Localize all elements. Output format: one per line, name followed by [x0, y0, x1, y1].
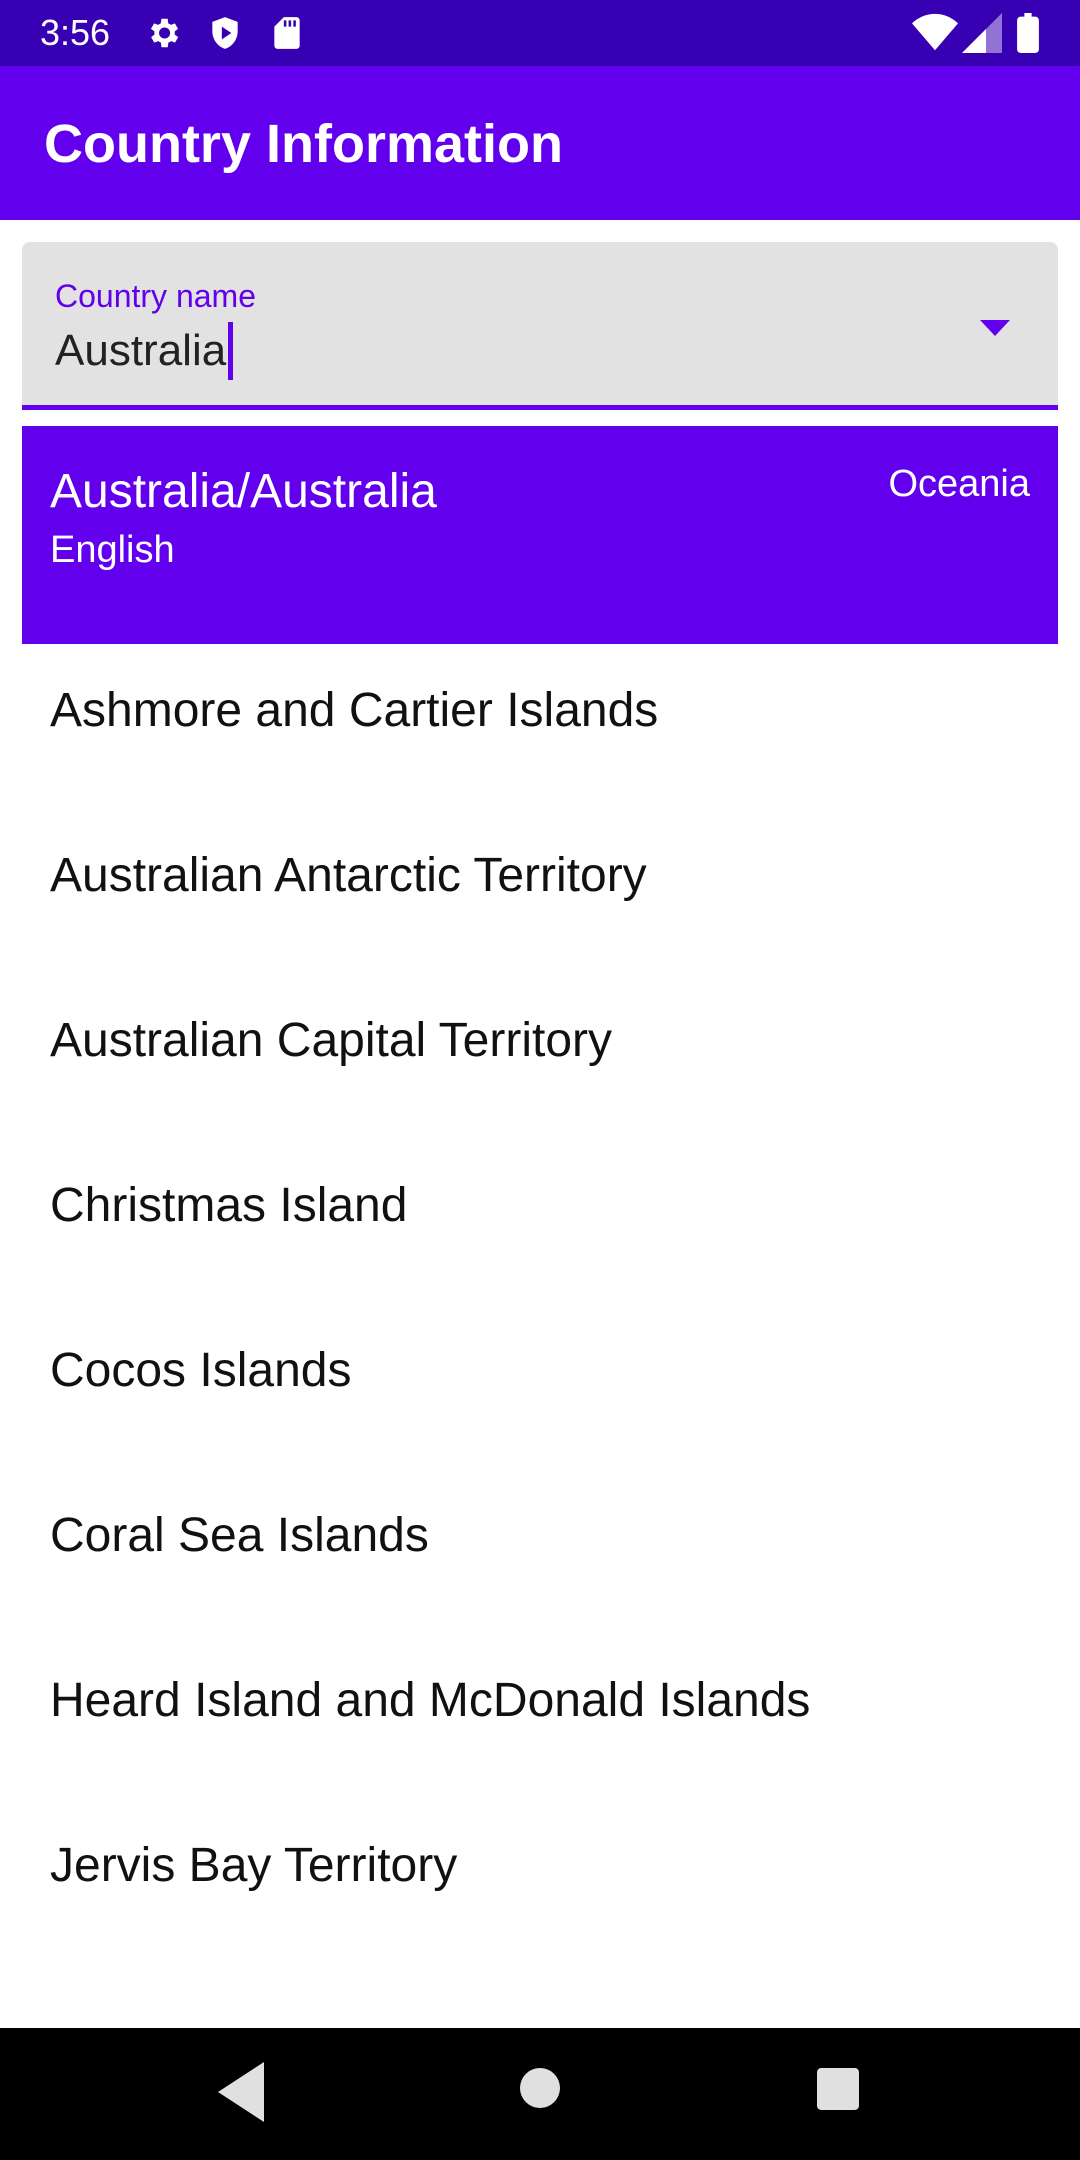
home-icon[interactable] — [520, 2068, 560, 2108]
selected-country-title: Australia/Australia — [50, 465, 437, 518]
list-item[interactable]: Heard Island and McDonald Islands — [0, 1634, 1080, 1799]
country-name-input[interactable]: Australia — [55, 322, 234, 380]
status-bar: 3:56 — [0, 0, 1080, 66]
text-cursor — [228, 322, 234, 380]
app-bar: Country Information — [0, 66, 1080, 220]
list-item[interactable]: Australian Antarctic Territory — [0, 809, 1080, 974]
list-item[interactable]: Australian Capital Territory — [0, 974, 1080, 1139]
list-item[interactable]: Ashmore and Cartier Islands — [0, 644, 1080, 809]
gear-icon — [150, 18, 179, 48]
status-time: 3:56 — [40, 12, 111, 53]
navigation-bar — [0, 2028, 1080, 2160]
selected-country-language: English — [50, 529, 175, 571]
shield-icon — [212, 17, 238, 49]
country-name-field[interactable]: Country name Australia — [22, 242, 1058, 410]
dropdown-arrow-icon[interactable] — [980, 320, 1010, 336]
selected-country-card[interactable]: Australia/Australia English Oceania — [22, 426, 1058, 644]
recents-icon[interactable] — [817, 2068, 859, 2110]
list-item-label: Jervis Bay Territory — [50, 1839, 458, 1892]
list-item-label: Cocos Islands — [50, 1344, 352, 1397]
list-item-label: Australian Capital Territory — [50, 1014, 613, 1067]
list-item-label: Christmas Island — [50, 1179, 408, 1232]
list-item-label: Australian Antarctic Territory — [50, 849, 647, 902]
list-item[interactable]: Coral Sea Islands — [0, 1469, 1080, 1634]
battery-icon — [1017, 13, 1039, 53]
country-suggestion-list: Ashmore and Cartier Islands Australian A… — [0, 644, 1080, 1964]
list-item-label: Heard Island and McDonald Islands — [50, 1674, 811, 1727]
country-name-label: Country name — [55, 278, 256, 314]
country-name-value: Australia — [55, 326, 227, 375]
list-item-label: Ashmore and Cartier Islands — [50, 684, 659, 737]
back-icon[interactable] — [218, 2062, 264, 2122]
cell-signal-icon — [962, 13, 1002, 53]
list-item[interactable]: Christmas Island — [0, 1139, 1080, 1304]
list-item[interactable]: Jervis Bay Territory — [0, 1799, 1080, 1964]
list-item-label: Coral Sea Islands — [50, 1509, 429, 1562]
wifi-icon — [912, 13, 958, 51]
list-item[interactable]: Cocos Islands — [0, 1304, 1080, 1469]
sd-card-icon — [274, 17, 300, 49]
selected-country-region: Oceania — [888, 463, 1030, 505]
app-title: Country Information — [44, 114, 563, 174]
